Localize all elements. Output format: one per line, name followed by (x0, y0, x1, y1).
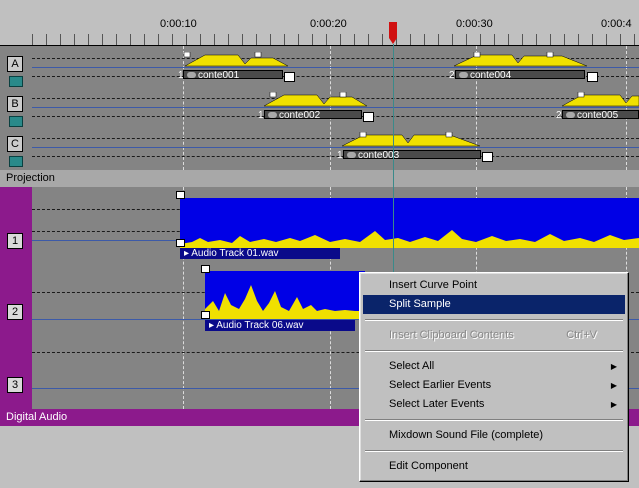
projection-label: Projection (0, 170, 639, 187)
clip-conte003[interactable]: conte003 (343, 150, 481, 159)
audio-clip-waveform-2[interactable] (205, 271, 365, 319)
clip-end-icon[interactable] (482, 152, 493, 162)
clip-end-icon[interactable] (587, 72, 598, 82)
track-letter-a[interactable]: A (7, 56, 23, 72)
clip-top-handle[interactable] (201, 265, 210, 273)
clip-end-icon[interactable] (363, 112, 374, 122)
track-line (32, 147, 639, 148)
menu-item-label: Edit Component (389, 460, 468, 472)
clip-number: 2 (556, 110, 562, 121)
audio-clip-name: Audio Track 06.wav (216, 320, 304, 331)
sequence-track-c[interactable]: C 1 conte003 (0, 126, 639, 167)
clip-curve[interactable] (452, 52, 592, 68)
submenu-arrow-icon: ▶ (610, 381, 617, 390)
menu-separator (365, 319, 623, 321)
clip-name: conte005 (577, 110, 619, 119)
menu-item-shortcut: Ctrl+V (566, 329, 597, 341)
ruler-label-10s: 0:00:10 (160, 18, 197, 30)
clip-thumbnail (347, 152, 356, 158)
menu-item-split-sample[interactable]: Split Sample (363, 295, 625, 314)
clip-number: 1 (337, 150, 343, 161)
ruler-label-30s: 0:00:30 (456, 18, 493, 30)
audio-track-number-2[interactable]: 2 (7, 304, 23, 320)
clip-top-handle[interactable] (176, 191, 185, 199)
clip-conte001[interactable]: conte001 (183, 70, 283, 79)
menu-item-select-earlier-events[interactable]: Select Earlier Events ▶ (363, 376, 625, 395)
audio-track-number-1[interactable]: 1 (7, 233, 23, 249)
audio-track-number-3[interactable]: 3 (7, 377, 23, 393)
menu-item-edit-component[interactable]: Edit Component (363, 457, 625, 476)
audio-clip-label-1[interactable]: ▸ Audio Track 01.wav (180, 248, 340, 259)
clip-name: conte001 (198, 70, 240, 79)
context-menu: Insert Curve Point Split Sample Insert C… (359, 272, 629, 482)
menu-item-insert-clipboard-contents[interactable]: Insert Clipboard Contents Ctrl+V (363, 326, 625, 345)
audio-clip-label-2[interactable]: ▸ Audio Track 06.wav (205, 320, 355, 331)
menu-item-insert-curve-point[interactable]: Insert Curve Point (363, 276, 625, 295)
clip-name: conte002 (279, 110, 321, 119)
menu-item-label: Mixdown Sound File (complete) (389, 429, 544, 441)
menu-item-label: Insert Clipboard Contents (389, 329, 514, 341)
waveform-peaks (205, 285, 365, 319)
clip-end-icon[interactable] (284, 72, 295, 82)
clip-curve[interactable] (262, 92, 372, 108)
clip-conte002[interactable]: conte002 (264, 110, 362, 119)
clip-conte004[interactable]: conte004 (455, 70, 585, 79)
track-guide (32, 156, 639, 157)
menu-item-select-all[interactable]: Select All ▶ (363, 357, 625, 376)
ruler-label-40s: 0:00:4 (601, 18, 632, 30)
clip-start-handle[interactable] (201, 311, 210, 319)
audio-track-header-column (0, 187, 32, 409)
clip-conte005[interactable]: conte005 (562, 110, 639, 119)
track-guide (32, 138, 639, 139)
clip-curve[interactable] (183, 52, 293, 68)
clip-start-handle[interactable] (176, 239, 185, 247)
track-camera-icon (9, 156, 23, 167)
sequence-track-a[interactable]: A 1 conte001 2 conte004 (0, 46, 639, 87)
clip-thumbnail (268, 112, 277, 118)
menu-item-label: Select Later Events (389, 398, 485, 410)
clip-thumbnail (459, 72, 468, 78)
audio-clip-waveform-1[interactable] (180, 198, 639, 248)
time-ruler[interactable]: 0:00:10 0:00:20 0:00:30 0:00:4 (0, 0, 639, 47)
menu-item-label: Select Earlier Events (389, 379, 492, 391)
track-letter-b[interactable]: B (7, 96, 23, 112)
clip-thumbnail (566, 112, 575, 118)
clip-name: conte004 (470, 70, 512, 79)
menu-separator (365, 350, 623, 352)
menu-item-label: Insert Curve Point (389, 279, 478, 291)
submenu-arrow-icon: ▶ (610, 400, 617, 409)
ruler-label-20s: 0:00:20 (310, 18, 347, 30)
clip-curve[interactable] (340, 132, 490, 148)
track-letter-c[interactable]: C (7, 136, 23, 152)
menu-item-select-later-events[interactable]: Select Later Events ▶ (363, 395, 625, 414)
clip-number: 1 (258, 110, 264, 121)
menu-item-label: Split Sample (389, 298, 451, 310)
menu-separator (365, 419, 623, 421)
clip-number: 2 (449, 70, 455, 81)
waveform-peaks (180, 230, 639, 248)
playhead-marker-icon[interactable] (388, 22, 398, 44)
sequence-area[interactable]: A 1 conte001 2 conte004 B 1 conte002 2 c… (0, 46, 639, 170)
menu-item-label: Select All (389, 360, 435, 372)
clip-thumbnail (187, 72, 196, 78)
submenu-arrow-icon: ▶ (610, 362, 617, 371)
menu-item-mixdown-sound-file[interactable]: Mixdown Sound File (complete) (363, 426, 625, 445)
clip-curve[interactable] (560, 92, 639, 108)
menu-separator (365, 450, 623, 452)
sequence-track-b[interactable]: B 1 conte002 2 conte005 (0, 86, 639, 127)
audio-clip-name: Audio Track 01.wav (191, 248, 279, 259)
